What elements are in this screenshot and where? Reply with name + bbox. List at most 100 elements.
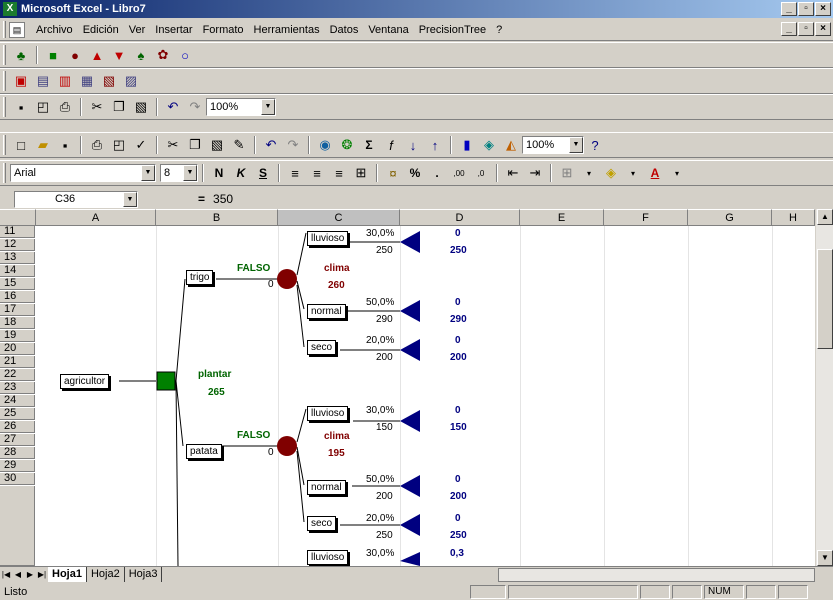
font-select[interactable]: Arial ▼: [10, 164, 156, 182]
help-icon[interactable]: ?: [584, 134, 606, 156]
outcome-payoff[interactable]: 150: [450, 422, 467, 433]
outcome-label[interactable]: seco: [307, 340, 337, 355]
formula-input[interactable]: 350: [213, 192, 233, 206]
first-sheet-icon[interactable]: |◀: [0, 568, 12, 582]
chart-wizard-icon[interactable]: ▮: [456, 134, 478, 156]
merge-center-icon[interactable]: ⊞: [350, 162, 372, 184]
percent-button[interactable]: %: [404, 162, 426, 184]
outcome-value[interactable]: 250: [376, 530, 393, 541]
outcome-p[interactable]: 0: [455, 297, 461, 308]
formula-equals[interactable]: =: [198, 192, 205, 206]
menu-ver[interactable]: Ver: [124, 24, 151, 36]
end-node-triangle[interactable]: [400, 300, 420, 322]
outcome-probability[interactable]: 30,0%: [366, 405, 394, 416]
align-right-icon[interactable]: ≡: [328, 162, 350, 184]
italic-button[interactable]: K: [230, 162, 252, 184]
tornado-icon[interactable]: ▧: [98, 70, 120, 92]
search-icon[interactable]: ○: [174, 44, 196, 66]
outcome-label[interactable]: normal: [307, 304, 346, 319]
horizontal-scrollbar[interactable]: [498, 568, 815, 582]
sheet-tab-hoja3[interactable]: Hoja3: [125, 567, 163, 582]
sheet-tab-hoja2[interactable]: Hoja2: [87, 567, 125, 582]
format-painter-icon[interactable]: ✎: [228, 134, 250, 156]
outcome-label[interactable]: lluvioso: [307, 406, 349, 421]
scroll-down-icon[interactable]: ▼: [817, 550, 833, 566]
outcome-value[interactable]: 290: [376, 314, 393, 325]
chevron-down-icon[interactable]: ▾: [666, 162, 688, 184]
chevron-down-icon[interactable]: ▼: [123, 191, 137, 207]
last-sheet-icon[interactable]: ▶|: [36, 568, 48, 582]
name-box[interactable]: C36 ▼: [14, 190, 138, 208]
bold-button[interactable]: N: [208, 162, 230, 184]
strategy-icon[interactable]: ▨: [120, 70, 142, 92]
chance-value[interactable]: 195: [328, 448, 345, 459]
cut-icon[interactable]: ✂: [86, 96, 108, 118]
menu-ventana[interactable]: Ventana: [363, 24, 413, 36]
decrease-decimal-button[interactable]: ,0: [470, 162, 492, 184]
decrease-indent-icon[interactable]: ⇤: [502, 162, 524, 184]
scroll-up-icon[interactable]: ▲: [817, 209, 833, 225]
hyperlink-icon[interactable]: ◉: [314, 134, 336, 156]
spelling-icon[interactable]: ✓: [130, 134, 152, 156]
filter-icon[interactable]: ▼: [108, 44, 130, 66]
open-icon[interactable]: ▰: [32, 134, 54, 156]
menu-edicion[interactable]: Edición: [78, 24, 124, 36]
menu-archivo[interactable]: Archivo: [31, 24, 78, 36]
menu-herramientas[interactable]: Herramientas: [249, 24, 325, 36]
save-icon[interactable]: ▪: [10, 96, 32, 118]
chevron-down-icon[interactable]: ▼: [183, 165, 197, 181]
menu-insertar[interactable]: Insertar: [150, 24, 197, 36]
outcome-value[interactable]: 150: [376, 422, 393, 433]
menu-grip[interactable]: [3, 21, 6, 38]
doc-close-button[interactable]: ×: [815, 22, 831, 36]
font-color-icon[interactable]: A: [644, 162, 666, 184]
underline-button[interactable]: S: [252, 162, 274, 184]
save-icon[interactable]: ▪: [54, 134, 76, 156]
function-button[interactable]: f: [380, 134, 402, 156]
menu-help[interactable]: ?: [491, 24, 507, 36]
outcome-payoff[interactable]: 250: [450, 530, 467, 541]
risk-profile-icon[interactable]: ▣: [10, 70, 32, 92]
outcome-p[interactable]: 0: [455, 405, 461, 416]
menu-formato[interactable]: Formato: [198, 24, 249, 36]
outcome-payoff[interactable]: 200: [450, 491, 467, 502]
worksheet-grid[interactable]: A B C D E F G H 11 12 13 14 15 16 17 18 …: [0, 209, 815, 566]
scroll-thumb[interactable]: [817, 249, 833, 349]
outcome-p[interactable]: 0: [455, 513, 461, 524]
outcome-probability[interactable]: 50,0%: [366, 474, 394, 485]
vertical-scrollbar[interactable]: ▲ ▼: [815, 209, 833, 566]
font-size-select[interactable]: 8 ▼: [160, 164, 198, 182]
outcome-p[interactable]: 0: [455, 335, 461, 346]
print-preview-icon[interactable]: ◰: [108, 134, 130, 156]
outcome-probability[interactable]: 20,0%: [366, 335, 394, 346]
outcome-probability[interactable]: 30,0%: [366, 548, 394, 559]
outcome-label[interactable]: normal: [307, 480, 346, 495]
stats-icon[interactable]: ♠: [130, 44, 152, 66]
drawing-icon[interactable]: ◭: [500, 134, 522, 156]
chevron-down-icon[interactable]: ▼: [141, 165, 155, 181]
outcome-value[interactable]: 200: [376, 491, 393, 502]
outcome-label[interactable]: lluvioso: [307, 231, 349, 246]
menu-precisiontree[interactable]: PrecisionTree: [414, 24, 491, 36]
comma-button[interactable]: .: [426, 162, 448, 184]
sensitivity-icon[interactable]: ▥: [54, 70, 76, 92]
branch-label-trigo[interactable]: trigo: [186, 270, 214, 285]
maximize-button[interactable]: ▫: [798, 2, 814, 16]
root-node-label[interactable]: agricultor: [60, 374, 110, 389]
end-node-triangle[interactable]: [400, 339, 420, 361]
fill-color-icon[interactable]: ◈: [600, 162, 622, 184]
menu-datos[interactable]: Datos: [325, 24, 364, 36]
sort-descending-icon[interactable]: ↑: [424, 134, 446, 156]
align-left-icon[interactable]: ≡: [284, 162, 306, 184]
autosum-button[interactable]: Σ: [358, 134, 380, 156]
chance-label[interactable]: clima: [324, 263, 350, 274]
outcome-payoff[interactable]: 200: [450, 352, 467, 363]
chance-value[interactable]: 260: [328, 280, 345, 291]
outcome-payoff[interactable]: 290: [450, 314, 467, 325]
print-icon[interactable]: ⎙: [54, 96, 76, 118]
outcome-probability[interactable]: 20,0%: [366, 513, 394, 524]
zoom-select[interactable]: 100% ▼: [522, 136, 584, 154]
outcome-probability[interactable]: 50,0%: [366, 297, 394, 308]
print-icon[interactable]: ⎙: [86, 134, 108, 156]
undo-icon[interactable]: ↶: [162, 96, 184, 118]
